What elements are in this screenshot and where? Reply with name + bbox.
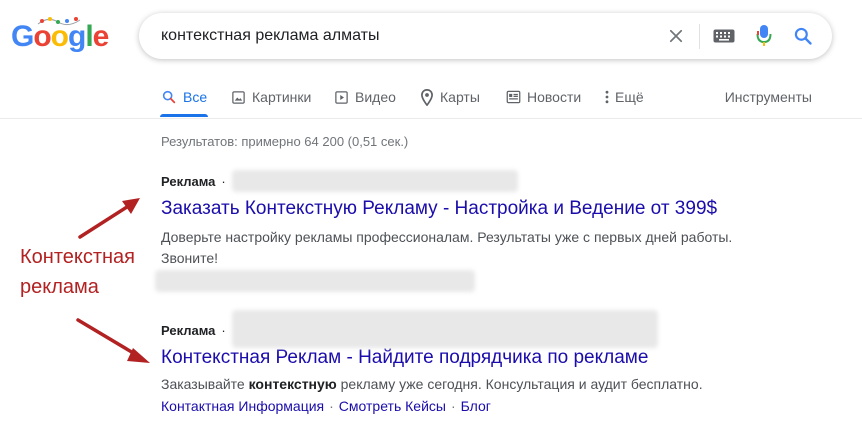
arrow-icon <box>78 198 140 239</box>
arrow-icon <box>76 318 150 363</box>
annotation-arrows <box>76 198 150 363</box>
